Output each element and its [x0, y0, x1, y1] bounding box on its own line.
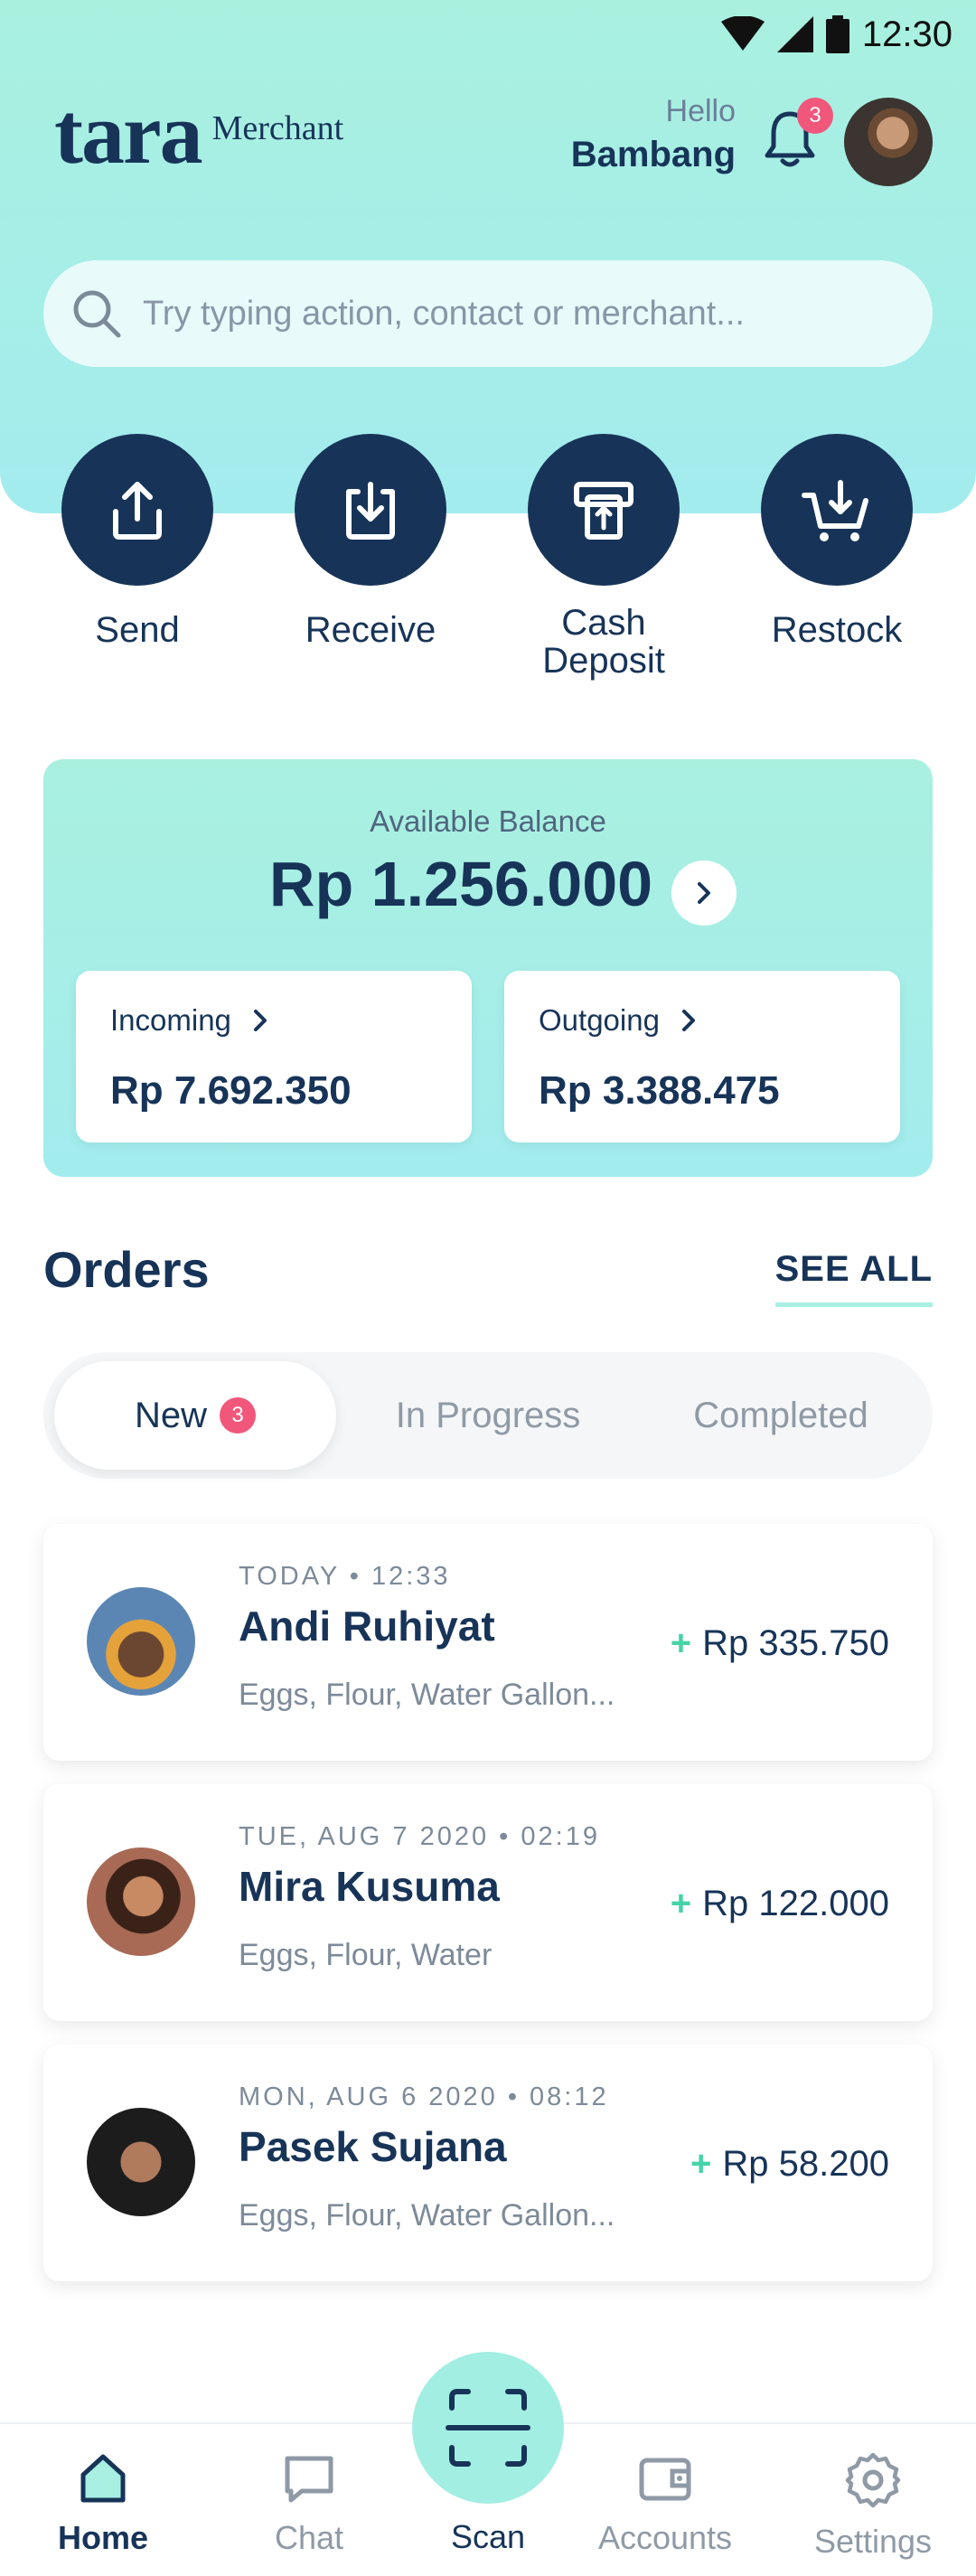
greeting: Hello Bambang	[571, 94, 736, 175]
search-input[interactable]: Try typing action, contact or merchant..…	[43, 260, 933, 367]
outgoing-title: Outgoing	[539, 1003, 866, 1038]
order-items: Eggs, Flour, Water	[239, 1938, 493, 1972]
nav-scan-label: Scan	[450, 2518, 526, 2555]
greeting-hello: Hello	[665, 94, 736, 128]
brand-logo: tara	[54, 85, 203, 182]
incoming-value: Rp 7.692.350	[110, 1068, 352, 1113]
nav-accounts[interactable]: Accounts	[593, 2451, 737, 2557]
tab-completed[interactable]: Completed	[640, 1361, 922, 1470]
signal-icon	[776, 16, 813, 52]
status-bar: 12:30	[720, 9, 953, 60]
search-placeholder: Try typing action, contact or merchant..…	[143, 294, 745, 333]
chevron-right-icon	[698, 882, 710, 904]
brand: tara Merchant	[54, 90, 343, 177]
balance-amount: Rp 1.256.000	[268, 849, 653, 919]
brand-subtitle: Merchant	[211, 109, 344, 147]
nav-settings-label: Settings	[813, 2523, 933, 2560]
home-icon	[80, 2454, 126, 2503]
restock-circle	[761, 434, 913, 586]
order-amount-value: Rp 58.200	[722, 2144, 889, 2184]
send-label: Send	[95, 610, 180, 650]
plus-icon: +	[690, 2144, 712, 2184]
order-items: Eggs, Flour, Water Gallon...	[239, 1678, 615, 1712]
tab-new-badge: 3	[220, 1397, 257, 1434]
download-icon	[346, 482, 395, 540]
cash-deposit-icon	[574, 482, 633, 540]
chevron-right-icon	[681, 1010, 695, 1031]
status-time: 12:30	[861, 14, 953, 54]
receive-button[interactable]: Receive	[271, 434, 470, 649]
greeting-name: Bambang	[570, 135, 736, 174]
balance-card: Available Balance Rp 1.256.000 Incoming …	[43, 759, 933, 1177]
order-amount: + Rp 122.000	[671, 1884, 889, 1924]
restock-button[interactable]: Restock	[737, 434, 936, 649]
customer-avatar	[87, 2108, 195, 2216]
search-icon	[73, 290, 121, 338]
see-all-link[interactable]: SEE ALL	[774, 1249, 933, 1307]
wifi-icon	[720, 16, 765, 51]
orders-title: Orders	[43, 1241, 210, 1298]
tab-new[interactable]: New 3	[54, 1361, 336, 1470]
order-item[interactable]: TUE, AUG 7 2020 • 02:19 Mira Kusuma Eggs…	[43, 1784, 933, 2021]
order-amount: + Rp 58.200	[690, 2144, 889, 2185]
plus-icon: +	[670, 1884, 692, 1923]
receive-circle	[295, 434, 446, 586]
customer-name: Pasek Sujana	[239, 2123, 507, 2170]
incoming-card[interactable]: Incoming Rp 7.692.350	[76, 971, 472, 1142]
outgoing-label: Outgoing	[539, 1003, 660, 1037]
nav-settings[interactable]: Settings	[801, 2451, 945, 2561]
order-item[interactable]: MON, AUG 6 2020 • 08:12 Pasek Sujana Egg…	[43, 2045, 933, 2281]
upload-icon	[113, 482, 162, 540]
balance-caption: Available Balance	[370, 804, 606, 838]
receive-label: Receive	[305, 610, 436, 650]
tab-in-progress-label: In Progress	[395, 1395, 581, 1435]
balance-detail-button[interactable]	[671, 860, 737, 926]
nav-home-label: Home	[57, 2519, 149, 2556]
order-item[interactable]: TODAY • 12:33 Andi Ruhiyat Eggs, Flour, …	[43, 1524, 933, 1761]
nav-chat-label: Chat	[274, 2519, 344, 2556]
chat-icon	[285, 2456, 333, 2503]
customer-avatar	[87, 1847, 195, 1956]
customer-name: Mira Kusuma	[239, 1863, 500, 1910]
notification-button[interactable]: 3	[763, 98, 833, 172]
scan-icon	[446, 2389, 530, 2467]
order-meta: TODAY • 12:33	[239, 1562, 451, 1591]
plus-icon: +	[670, 1623, 692, 1663]
order-tabs: New 3 In Progress Completed	[43, 1352, 933, 1479]
wallet-icon	[639, 2458, 691, 2501]
incoming-label: Incoming	[110, 1003, 231, 1037]
scan-button[interactable]	[412, 2352, 564, 2504]
incoming-title: Incoming	[110, 1003, 437, 1038]
customer-name: Andi Ruhiyat	[239, 1603, 495, 1650]
nav-chat[interactable]: Chat	[237, 2451, 381, 2557]
cash-deposit-circle	[528, 434, 680, 586]
tab-in-progress[interactable]: In Progress	[342, 1361, 634, 1470]
order-meta: MON, AUG 6 2020 • 08:12	[239, 2082, 609, 2111]
tab-new-label: New	[134, 1395, 208, 1435]
gear-icon	[845, 2452, 901, 2508]
chevron-right-icon	[253, 1010, 267, 1031]
order-amount-value: Rp 122.000	[702, 1884, 889, 1923]
user-avatar[interactable]	[844, 98, 933, 186]
cash-deposit-button[interactable]: Cash Deposit	[504, 434, 703, 680]
nav-home[interactable]: Home	[31, 2451, 175, 2557]
order-amount: + Rp 335.750	[671, 1623, 889, 1664]
battery-icon	[825, 15, 849, 53]
cash-deposit-label: Cash Deposit	[542, 603, 665, 681]
outgoing-card[interactable]: Outgoing Rp 3.388.475	[504, 971, 900, 1142]
nav-accounts-label: Accounts	[597, 2519, 733, 2556]
send-button[interactable]: Send	[38, 434, 237, 649]
order-amount-value: Rp 335.750	[702, 1623, 889, 1663]
notification-badge: 3	[797, 98, 833, 134]
customer-avatar	[87, 1587, 195, 1696]
restock-label: Restock	[771, 610, 903, 650]
tab-completed-label: Completed	[693, 1395, 868, 1435]
order-items: Eggs, Flour, Water Gallon...	[239, 2198, 615, 2233]
order-meta: TUE, AUG 7 2020 • 02:19	[239, 1822, 600, 1851]
send-circle	[61, 434, 213, 586]
cart-icon	[802, 480, 868, 541]
outgoing-value: Rp 3.388.475	[539, 1068, 780, 1113]
